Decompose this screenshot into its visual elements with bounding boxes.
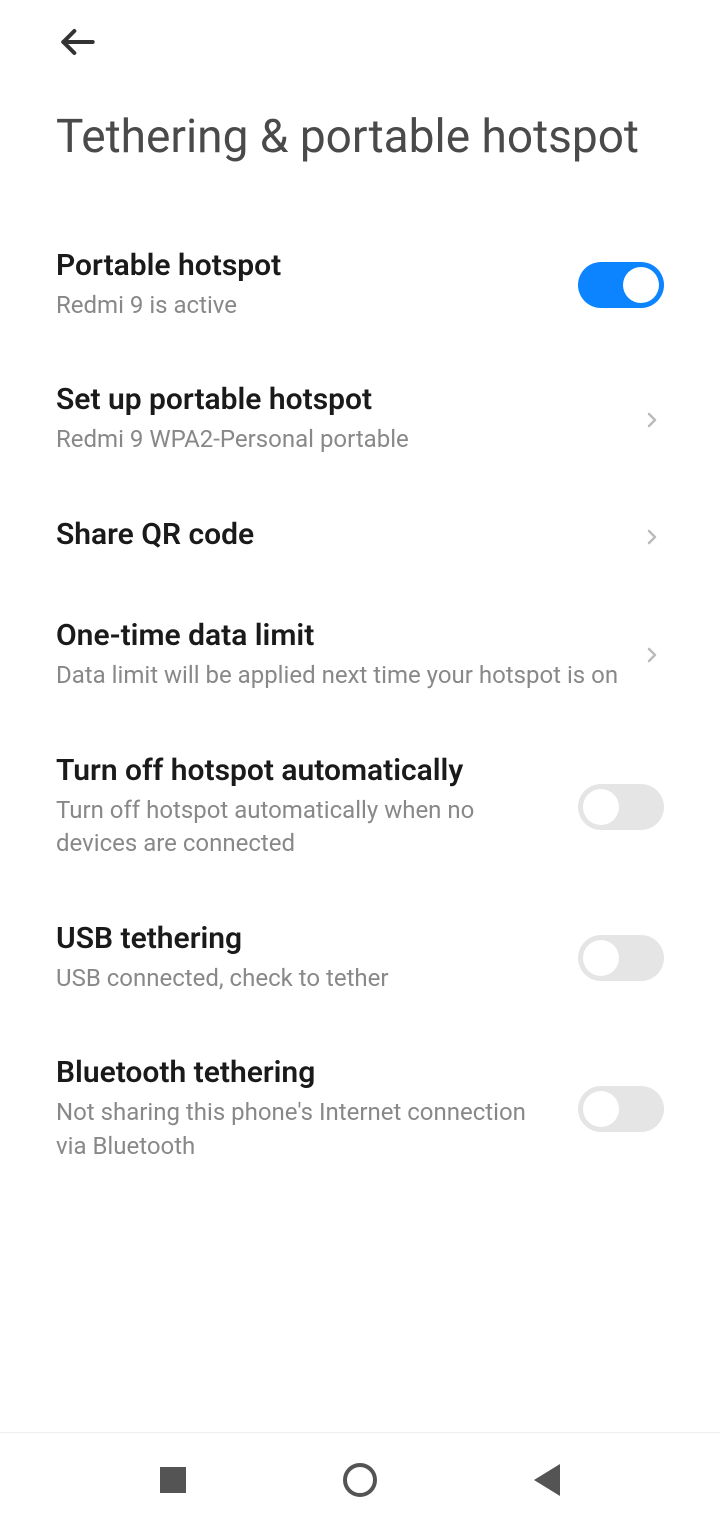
chevron-right-icon [640,408,664,432]
setting-subtitle: USB connected, check to tether [56,962,558,996]
chevron-right-icon [640,525,664,549]
setting-subtitle: Redmi 9 is active [56,289,558,323]
toggle-knob [583,789,619,825]
portable-hotspot-toggle[interactable] [578,262,664,308]
setting-title: Share QR code [56,517,620,552]
setting-title: Set up portable hotspot [56,382,620,417]
toggle-knob [583,940,619,976]
usb-tethering-item[interactable]: USB tethering USB connected, check to te… [56,891,664,1026]
bluetooth-tethering-item[interactable]: Bluetooth tethering Not sharing this pho… [56,1025,664,1193]
recent-apps-button[interactable] [153,1460,193,1500]
setting-title: USB tethering [56,921,558,956]
page-title: Tethering & portable hotspot [0,68,720,218]
setting-text: Share QR code [56,517,640,558]
data-limit-item[interactable]: One-time data limit Data limit will be a… [56,588,664,723]
setting-subtitle: Turn off hotspot automatically when no d… [56,794,558,861]
circle-icon [343,1463,377,1497]
setting-subtitle: Not sharing this phone's Internet connec… [56,1096,558,1163]
setting-text: One-time data limit Data limit will be a… [56,618,640,693]
setting-text: USB tethering USB connected, check to te… [56,921,578,996]
portable-hotspot-item[interactable]: Portable hotspot Redmi 9 is active [56,218,664,353]
back-nav-button[interactable] [527,1460,567,1500]
setting-text: Set up portable hotspot Redmi 9 WPA2-Per… [56,382,640,457]
usb-tethering-toggle[interactable] [578,935,664,981]
setting-title: Turn off hotspot automatically [56,753,558,788]
triangle-icon [534,1464,560,1496]
auto-off-item[interactable]: Turn off hotspot automatically Turn off … [56,723,664,891]
square-icon [160,1467,186,1493]
share-qr-item[interactable]: Share QR code [56,487,664,588]
navigation-bar [0,1432,720,1527]
home-button[interactable] [340,1460,380,1500]
setting-subtitle: Data limit will be applied next time you… [56,659,620,693]
toggle-knob [623,267,659,303]
bluetooth-tethering-toggle[interactable] [578,1086,664,1132]
setting-title: Bluetooth tethering [56,1055,558,1090]
back-button[interactable] [56,20,100,68]
chevron-right-icon [640,643,664,667]
setting-title: Portable hotspot [56,248,558,283]
back-arrow-icon [56,20,100,64]
setting-title: One-time data limit [56,618,620,653]
settings-list: Portable hotspot Redmi 9 is active Set u… [0,218,720,1194]
setup-hotspot-item[interactable]: Set up portable hotspot Redmi 9 WPA2-Per… [56,352,664,487]
setting-text: Portable hotspot Redmi 9 is active [56,248,578,323]
setting-subtitle: Redmi 9 WPA2-Personal portable [56,423,620,457]
toggle-knob [583,1091,619,1127]
setting-text: Bluetooth tethering Not sharing this pho… [56,1055,578,1163]
auto-off-toggle[interactable] [578,784,664,830]
setting-text: Turn off hotspot automatically Turn off … [56,753,578,861]
